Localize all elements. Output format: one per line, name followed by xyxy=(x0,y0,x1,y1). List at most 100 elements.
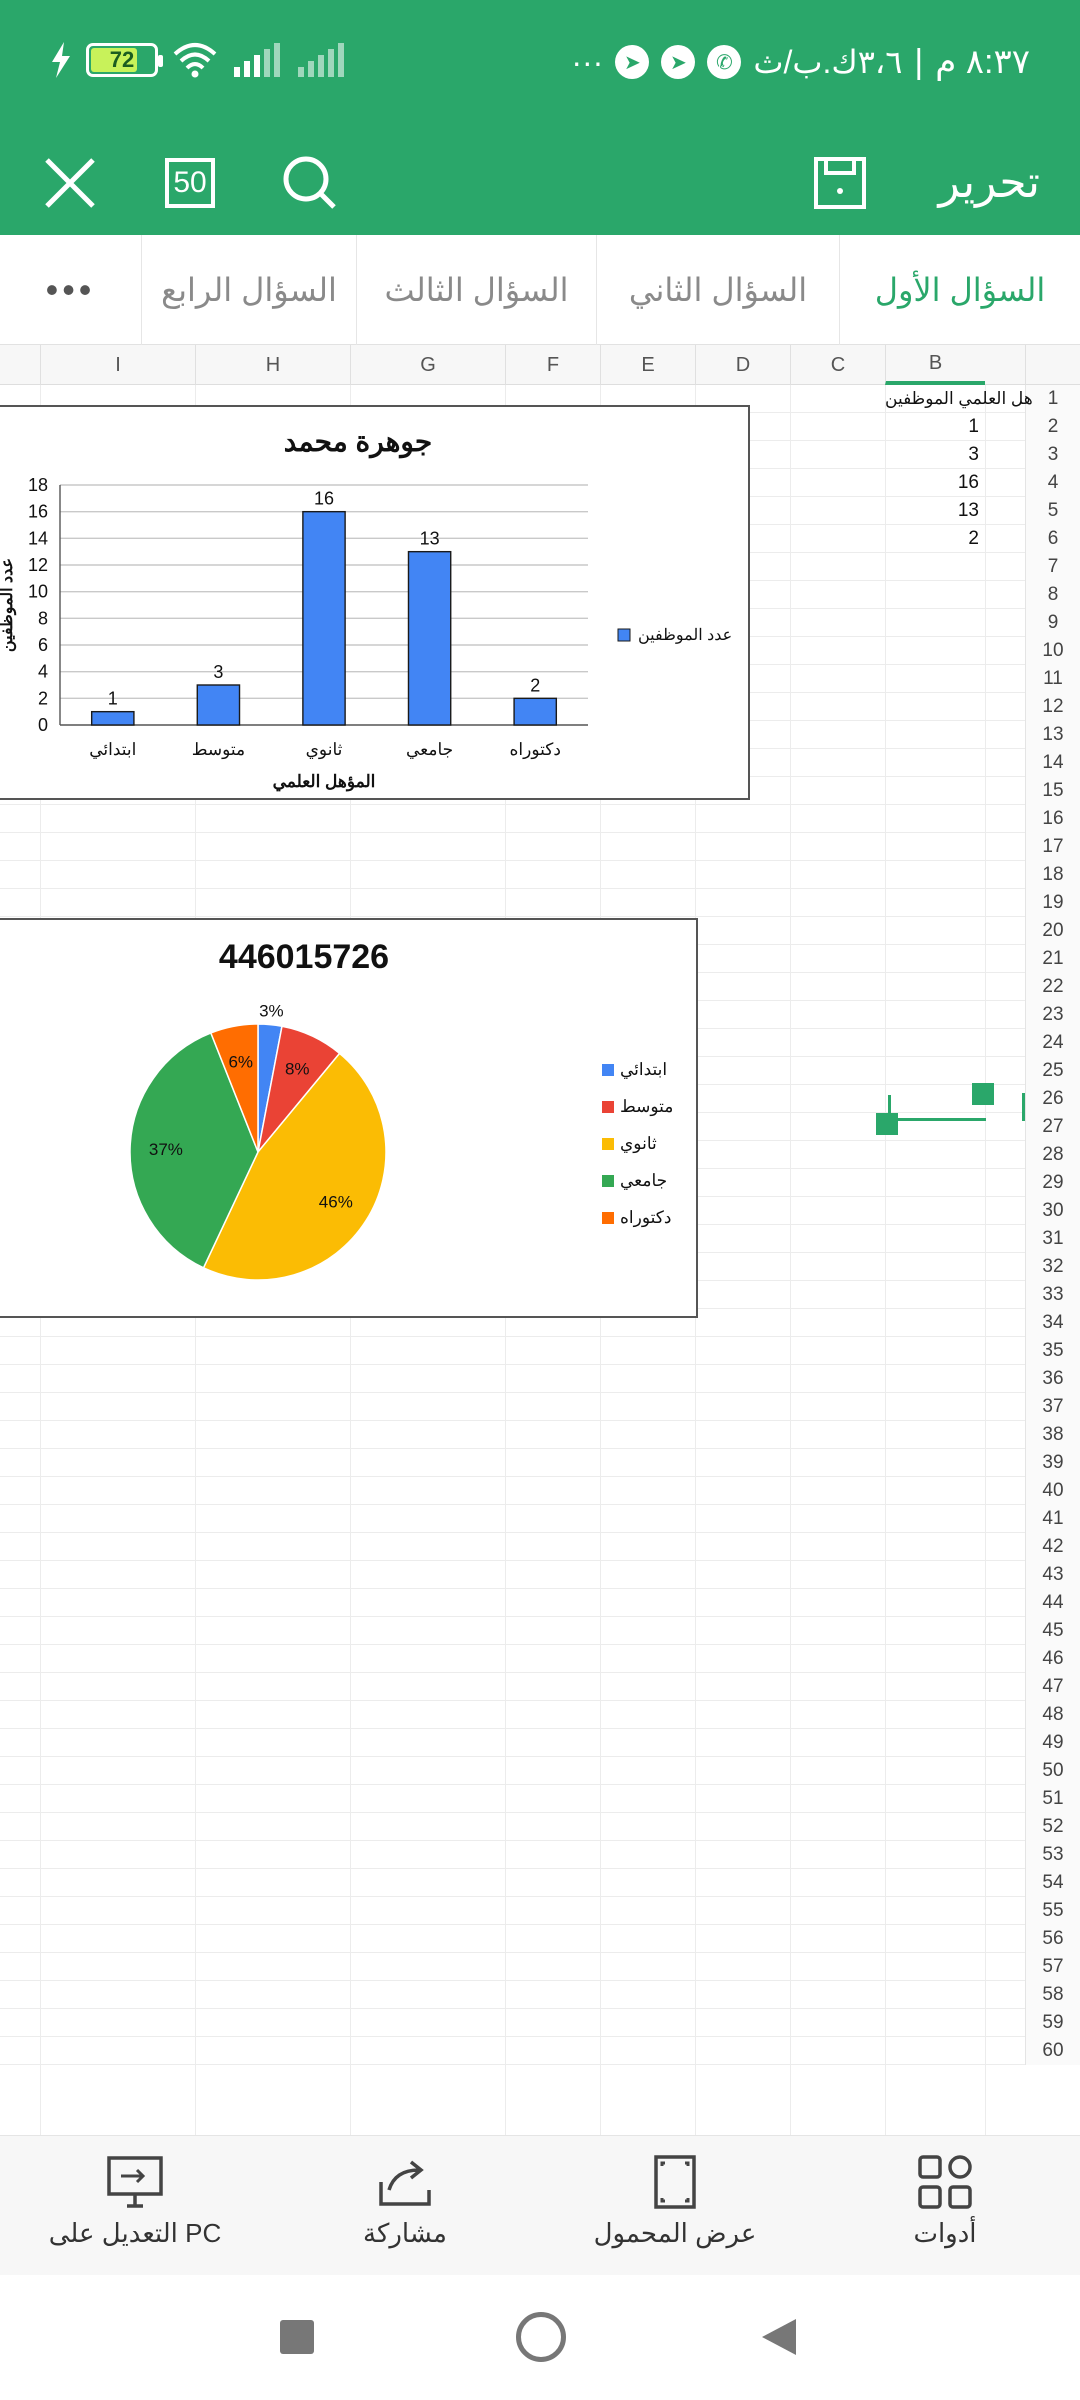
row-number[interactable]: 14 xyxy=(1025,749,1080,777)
row-number[interactable]: 30 xyxy=(1025,1197,1080,1225)
row-number[interactable]: 25 xyxy=(1025,1057,1080,1085)
grid-row[interactable]: 18 xyxy=(0,861,1080,889)
back-button[interactable] xyxy=(760,2317,800,2357)
row-number[interactable]: 24 xyxy=(1025,1029,1080,1057)
row-number[interactable]: 44 xyxy=(1025,1589,1080,1617)
row-number[interactable]: 33 xyxy=(1025,1281,1080,1309)
row-number[interactable]: 20 xyxy=(1025,917,1080,945)
row-number[interactable]: 42 xyxy=(1025,1533,1080,1561)
row-number[interactable]: 54 xyxy=(1025,1869,1080,1897)
row-number[interactable]: 29 xyxy=(1025,1169,1080,1197)
bar-chart[interactable]: جوهرة محمد 0 2 4 6 8 10 12 14 16 18 1 ابتدائي 3 متوسط 1… xyxy=(0,405,750,800)
recents-button[interactable] xyxy=(280,2320,314,2354)
row-number[interactable]: 3 xyxy=(1025,441,1080,469)
row-number[interactable]: 32 xyxy=(1025,1253,1080,1281)
tab-question-4[interactable]: السؤال الرابع xyxy=(142,235,357,345)
row-number[interactable]: 8 xyxy=(1025,581,1080,609)
corner-cell[interactable] xyxy=(1025,345,1080,385)
grid-row[interactable]: 35 xyxy=(0,1337,1080,1365)
cell-b2[interactable]: 1 xyxy=(905,413,985,441)
row-number[interactable]: 59 xyxy=(1025,2009,1080,2037)
row-number[interactable]: 55 xyxy=(1025,1897,1080,1925)
pie-chart[interactable]: 446015726 3% 8% 46% 37% 6% ابتدائي متوسط ثانوي جا… xyxy=(0,918,698,1318)
cell-b3[interactable]: 3 xyxy=(905,441,985,469)
grid-row[interactable]: 51 xyxy=(0,1785,1080,1813)
row-number[interactable]: 47 xyxy=(1025,1673,1080,1701)
grid-row[interactable]: 44 xyxy=(0,1589,1080,1617)
column-header-h[interactable]: H xyxy=(195,345,350,385)
row-number[interactable]: 10 xyxy=(1025,637,1080,665)
tab-question-3[interactable]: السؤال الثالث xyxy=(357,235,597,345)
row-number[interactable]: 22 xyxy=(1025,973,1080,1001)
row-number[interactable]: 48 xyxy=(1025,1701,1080,1729)
grid-row[interactable]: 36 xyxy=(0,1365,1080,1393)
grid-row[interactable]: 43 xyxy=(0,1561,1080,1589)
grid-row[interactable]: 53 xyxy=(0,1841,1080,1869)
row-number[interactable]: 35 xyxy=(1025,1337,1080,1365)
row-number[interactable]: 23 xyxy=(1025,1001,1080,1029)
grid-row[interactable]: 37 xyxy=(0,1393,1080,1421)
grid-row[interactable]: 57 xyxy=(0,1953,1080,1981)
row-number[interactable]: 56 xyxy=(1025,1925,1080,1953)
row-number[interactable]: 26 xyxy=(1025,1085,1080,1113)
row-number[interactable]: 43 xyxy=(1025,1561,1080,1589)
grid-row[interactable]: 58 xyxy=(0,1981,1080,2009)
grid-row[interactable]: 60 xyxy=(0,2037,1080,2065)
grid-row[interactable]: 54 xyxy=(0,1869,1080,1897)
edit-on-pc-button[interactable]: التعديل على PC xyxy=(25,2154,245,2249)
more-tabs-button[interactable]: ••• xyxy=(0,235,142,345)
row-number[interactable]: 58 xyxy=(1025,1981,1080,2009)
row-number[interactable]: 50 xyxy=(1025,1757,1080,1785)
row-number[interactable]: 57 xyxy=(1025,1953,1080,1981)
grid-row[interactable]: 38 xyxy=(0,1421,1080,1449)
cell-b4[interactable]: 16 xyxy=(905,469,985,497)
row-number[interactable]: 13 xyxy=(1025,721,1080,749)
row-number[interactable]: 17 xyxy=(1025,833,1080,861)
grid-row[interactable]: 16 xyxy=(0,805,1080,833)
grid-row[interactable]: 41 xyxy=(0,1505,1080,1533)
grid-row[interactable]: 42 xyxy=(0,1533,1080,1561)
column-header-d[interactable]: D xyxy=(695,345,790,385)
grid-row[interactable]: 45 xyxy=(0,1617,1080,1645)
grid-row[interactable]: 47 xyxy=(0,1673,1080,1701)
row-number[interactable]: 46 xyxy=(1025,1645,1080,1673)
row-number[interactable]: 21 xyxy=(1025,945,1080,973)
column-header-c[interactable]: C xyxy=(790,345,885,385)
column-header-i[interactable]: I xyxy=(40,345,195,385)
grid-row[interactable]: 59 xyxy=(0,2009,1080,2037)
row-number[interactable]: 15 xyxy=(1025,777,1080,805)
row-number[interactable]: 1 xyxy=(1025,385,1080,413)
row-number[interactable]: 7 xyxy=(1025,553,1080,581)
grid-row[interactable]: 39 xyxy=(0,1449,1080,1477)
spreadsheet-grid[interactable]: 60 59 58 57 56 55 54 53 52 51 50 49 48 47 46 45 44 43 42 41… xyxy=(0,385,1080,2135)
tab-question-2[interactable]: السؤال الثاني xyxy=(597,235,840,345)
grid-row[interactable]: 40 xyxy=(0,1477,1080,1505)
row-number[interactable]: 45 xyxy=(1025,1617,1080,1645)
column-header-b[interactable]: B xyxy=(885,345,985,385)
row-number[interactable]: 38 xyxy=(1025,1421,1080,1449)
grid-row[interactable]: 48 xyxy=(0,1701,1080,1729)
row-number[interactable]: 12 xyxy=(1025,693,1080,721)
tab-question-1[interactable]: السؤال الأول xyxy=(840,235,1080,345)
selection-handle-end[interactable] xyxy=(972,1083,994,1105)
cell-b1[interactable]: هل العلمي الموظفين xyxy=(885,385,1033,413)
grid-row[interactable]: 50 xyxy=(0,1757,1080,1785)
tools-button[interactable]: أدوات xyxy=(835,2154,1055,2249)
row-number[interactable]: 31 xyxy=(1025,1225,1080,1253)
grid-row[interactable]: 55 xyxy=(0,1897,1080,1925)
grid-row[interactable]: 49 xyxy=(0,1729,1080,1757)
column-header-f[interactable]: F xyxy=(505,345,600,385)
cell-b6[interactable]: 2 xyxy=(905,525,985,553)
row-number[interactable]: 34 xyxy=(1025,1309,1080,1337)
row-number[interactable]: 5 xyxy=(1025,497,1080,525)
row-number[interactable]: 19 xyxy=(1025,889,1080,917)
column-header-e[interactable]: E xyxy=(600,345,695,385)
row-number[interactable]: 37 xyxy=(1025,1393,1080,1421)
grid-row[interactable]: 52 xyxy=(0,1813,1080,1841)
page-count-button[interactable]: 50 xyxy=(150,130,230,235)
row-number[interactable]: 9 xyxy=(1025,609,1080,637)
grid-row[interactable]: 17 xyxy=(0,833,1080,861)
cell-b5[interactable]: 13 xyxy=(905,497,985,525)
row-number[interactable]: 6 xyxy=(1025,525,1080,553)
row-number[interactable]: 28 xyxy=(1025,1141,1080,1169)
